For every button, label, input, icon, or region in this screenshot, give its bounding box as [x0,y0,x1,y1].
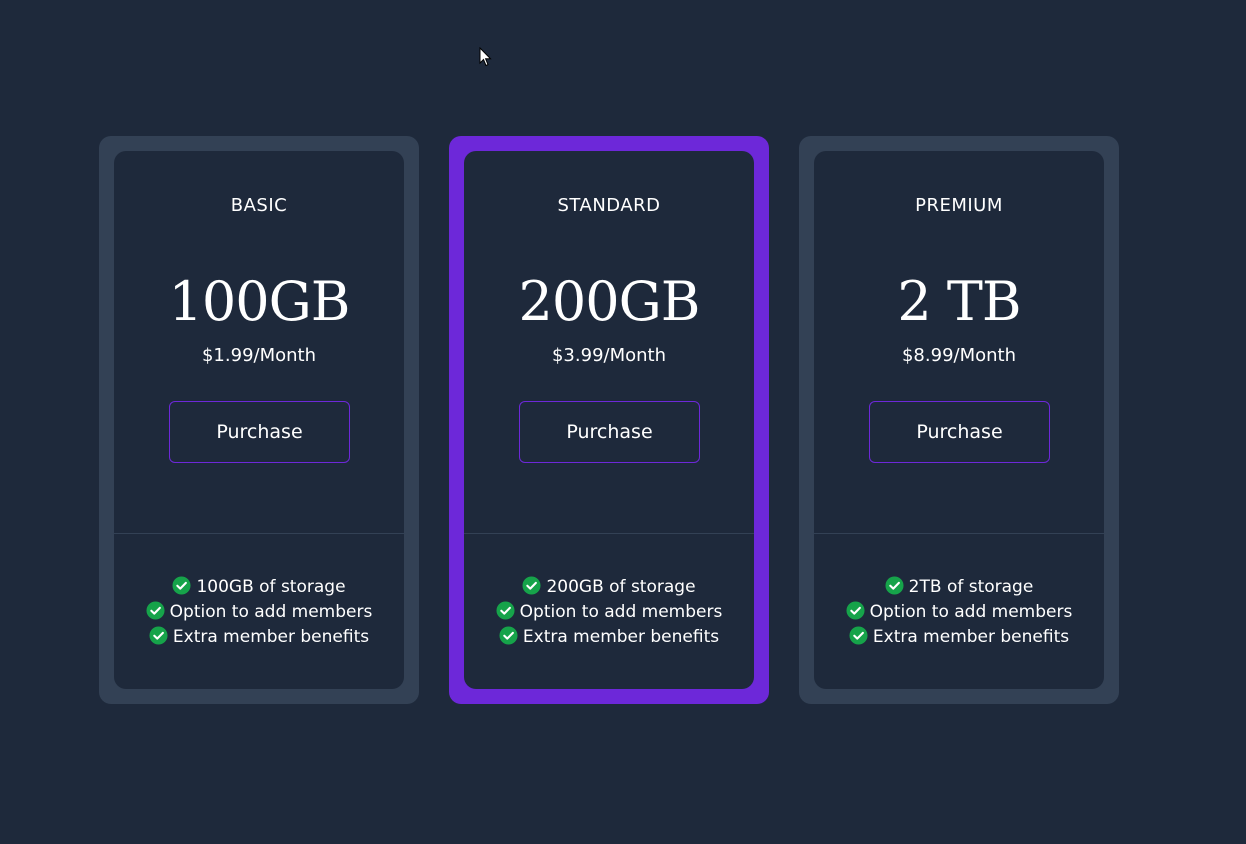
pricing-cards: BASIC 100GB $1.99/Month Purchase 100GB o… [99,136,1119,704]
divider [814,533,1104,534]
feature-text: Extra member benefits [522,627,720,647]
feature-text: Extra member benefits [872,627,1070,647]
feature-item: Extra member benefits [464,625,754,650]
feature-item: Extra member benefits [114,625,404,650]
feature-text: Option to add members [519,602,723,622]
purchase-button-basic[interactable]: Purchase [169,401,350,463]
purchase-button-standard[interactable]: Purchase [519,401,700,463]
plan-card-standard: STANDARD 200GB $3.99/Month Purchase 200G… [449,136,769,704]
plan-tier: STANDARD [557,195,661,216]
check-circle-icon [885,576,904,595]
feature-text: 100GB of storage [196,577,346,597]
plan-price: $8.99/Month [901,345,1016,366]
check-circle-icon [496,601,515,620]
mouse-cursor-icon [479,47,492,67]
plan-card-body: STANDARD 200GB $3.99/Month Purchase 200G… [464,151,754,689]
feature-text: Option to add members [169,602,373,622]
feature-text: Option to add members [869,602,1073,622]
check-circle-icon [172,576,191,595]
check-circle-icon [522,576,541,595]
feature-item: 100GB of storage [114,575,404,600]
check-circle-icon [149,626,168,645]
plan-price: $3.99/Month [551,345,666,366]
divider [464,533,754,534]
feature-list: 2TB of storage Option to add members Ext… [814,575,1104,650]
feature-list: 200GB of storage Option to add members E… [464,575,754,650]
feature-text: Extra member benefits [172,627,370,647]
plan-card-body: PREMIUM 2 TB $8.99/Month Purchase 2TB of… [814,151,1104,689]
feature-item: Option to add members [814,600,1104,625]
purchase-button-premium[interactable]: Purchase [869,401,1050,463]
feature-item: Extra member benefits [814,625,1104,650]
feature-item: Option to add members [114,600,404,625]
feature-item: 2TB of storage [814,575,1104,600]
plan-card-body: BASIC 100GB $1.99/Month Purchase 100GB o… [114,151,404,689]
plan-tier: PREMIUM [915,195,1003,216]
feature-text: 2TB of storage [908,577,1034,597]
plan-storage: 100GB [168,270,351,333]
feature-item: 200GB of storage [464,575,754,600]
check-circle-icon [846,601,865,620]
check-circle-icon [146,601,165,620]
check-circle-icon [499,626,518,645]
plan-storage: 2 TB [897,270,1021,333]
plan-card-basic: BASIC 100GB $1.99/Month Purchase 100GB o… [99,136,419,704]
plan-storage: 200GB [518,270,701,333]
feature-item: Option to add members [464,600,754,625]
plan-tier: BASIC [230,195,288,216]
divider [114,533,404,534]
feature-list: 100GB of storage Option to add members E… [114,575,404,650]
check-circle-icon [849,626,868,645]
plan-price: $1.99/Month [201,345,316,366]
feature-text: 200GB of storage [546,577,696,597]
plan-card-premium: PREMIUM 2 TB $8.99/Month Purchase 2TB of… [799,136,1119,704]
